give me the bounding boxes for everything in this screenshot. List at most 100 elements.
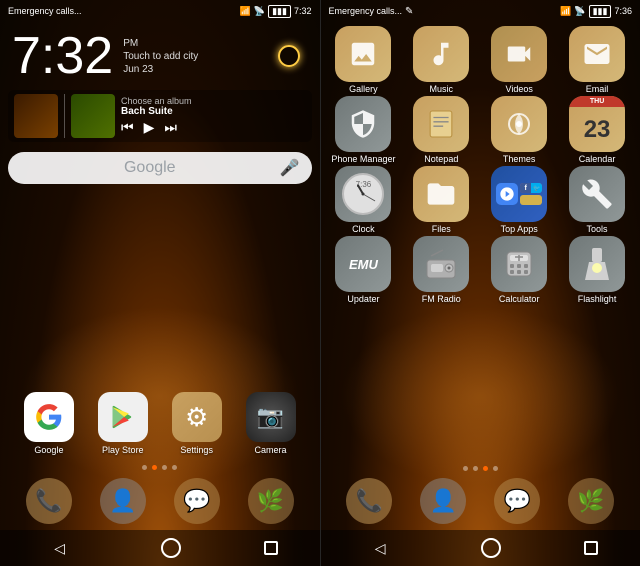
app-google[interactable]: Google [21,392,77,455]
dock-app4[interactable]: 🌿 [248,478,294,524]
music-controls: ⏮ ▶ ⏭ [121,119,306,136]
home-apps-row: Google Play Store ⚙ Settings 📷 Camera [0,386,320,461]
right-dock-row: 📞 👤 💬 🌿 [321,474,640,530]
calculator-icon [491,236,547,292]
app-camera[interactable]: 📷 Camera [243,392,299,455]
app-music[interactable]: Music [406,26,476,94]
app-themes[interactable]: Themes [484,96,554,164]
dot-3[interactable] [162,465,167,470]
page-dots [0,461,320,474]
email-label: Email [586,84,609,94]
right-signal-icon: 📡 [574,6,585,17]
right-dock-phone[interactable]: 📞 [346,478,392,524]
app-playstore[interactable]: Play Store [95,392,151,455]
dock-row: 📞 👤 💬 🌿 [0,474,320,530]
music-widget[interactable]: Choose an album Bach Suite ⏮ ▶ ⏭ [8,90,312,142]
right-nav-bar: ◁ [321,530,640,566]
right-dock-app4[interactable]: 🌿 [568,478,614,524]
back-button[interactable]: ◁ [42,535,78,561]
app-tools[interactable]: Tools [562,166,632,234]
phonemanager-label: Phone Manager [331,154,395,164]
email-icon [569,26,625,82]
music-icon [413,26,469,82]
app-flashlight[interactable]: Flashlight [562,236,632,304]
music-label: Music [430,84,454,94]
right-recents-button[interactable] [584,541,598,555]
notepad-icon [413,96,469,152]
google-icon [24,392,74,442]
clock-label: Clock [352,224,375,234]
flashlight-label: Flashlight [578,294,617,304]
app-phonemanager[interactable]: Phone Manager [328,96,398,164]
right-status-right: 📶 📡 ▮▮▮ 7:36 [560,5,632,18]
camera-icon: 📷 [246,392,296,442]
videos-label: Videos [506,84,533,94]
themes-label: Themes [503,154,536,164]
app-calendar[interactable]: THU 23 Calendar [562,96,632,164]
app-row-2: Phone Manager Notepad Themes THU 23 Ca [325,96,637,164]
mic-icon[interactable]: 🎤 [280,158,300,178]
prev-button[interactable]: ⏮ [121,119,134,136]
topapps-label: Top Apps [501,224,538,234]
dock-phone[interactable]: 📞 [26,478,72,524]
app-videos[interactable]: Videos [484,26,554,94]
app-grid: Gallery Music Videos Email [321,22,640,463]
google-label: Google [20,159,280,177]
music-info: Choose an album Bach Suite ⏮ ▶ ⏭ [121,96,306,136]
app-notepad[interactable]: Notepad [406,96,476,164]
updater-label: Updater [347,294,379,304]
right-status-left: Emergency calls... ✎ [329,6,414,17]
time-display: 7:32 [294,6,312,16]
app-files[interactable]: Files [406,166,476,234]
right-dock-messages[interactable]: 💬 [494,478,540,524]
app-email[interactable]: Email [562,26,632,94]
calendar-icon: THU 23 [569,96,625,152]
left-nav-bar: ◁ [0,530,320,566]
app-topapps[interactable]: f 🐦 Top Apps [484,166,554,234]
right-status-text: Emergency calls... [329,6,403,16]
dot-4[interactable] [172,465,177,470]
play-button[interactable]: ▶ [144,119,155,136]
phonemanager-icon [335,96,391,152]
dot-2[interactable] [152,465,157,470]
themes-icon [491,96,547,152]
fmradio-label: FM Radio [422,294,461,304]
app-fmradio[interactable]: FM Radio [406,236,476,304]
right-battery-icon: ▮▮▮ [589,5,612,18]
clock-add-city[interactable]: Touch to add city [123,51,198,62]
right-back-button[interactable]: ◁ [362,535,398,561]
right-home-button[interactable] [481,538,501,558]
right-status-bar: Emergency calls... ✎ 📶 📡 ▮▮▮ 7:36 [321,0,640,22]
dock-contacts[interactable]: 👤 [100,478,146,524]
app-updater[interactable]: EMU Updater [328,236,398,304]
playstore-icon [98,392,148,442]
dot-1[interactable] [142,465,147,470]
flashlight-icon [569,236,625,292]
app-gallery[interactable]: Gallery [328,26,398,94]
right-time-display: 7:36 [614,6,632,16]
videos-icon [491,26,547,82]
app-row-1: Gallery Music Videos Email [325,26,637,94]
google-label-text: Google [34,445,63,455]
right-dot-1[interactable] [463,466,468,471]
weather-icon[interactable] [278,45,300,67]
google-search-bar[interactable]: Google 🎤 [8,152,312,184]
choose-album-label: Choose an album [121,96,306,106]
right-dock-contacts[interactable]: 👤 [420,478,466,524]
home-button[interactable] [161,538,181,558]
fmradio-icon [413,236,469,292]
right-dot-3[interactable] [483,466,488,471]
app-calculator[interactable]: Calculator [484,236,554,304]
right-dot-4[interactable] [493,466,498,471]
topapps-icon: f 🐦 [491,166,547,222]
signal-icon: 📡 [254,6,265,17]
dock-messages[interactable]: 💬 [174,478,220,524]
updater-icon: EMU [335,236,391,292]
next-button[interactable]: ⏭ [164,119,177,136]
app-settings[interactable]: ⚙ Settings [169,392,225,455]
clock-ampm: PM [123,38,198,49]
right-dot-2[interactable] [473,466,478,471]
edit-icon: ✎ [405,6,413,17]
recents-button[interactable] [264,541,278,555]
app-clock[interactable]: 7:36 Clock [328,166,398,234]
